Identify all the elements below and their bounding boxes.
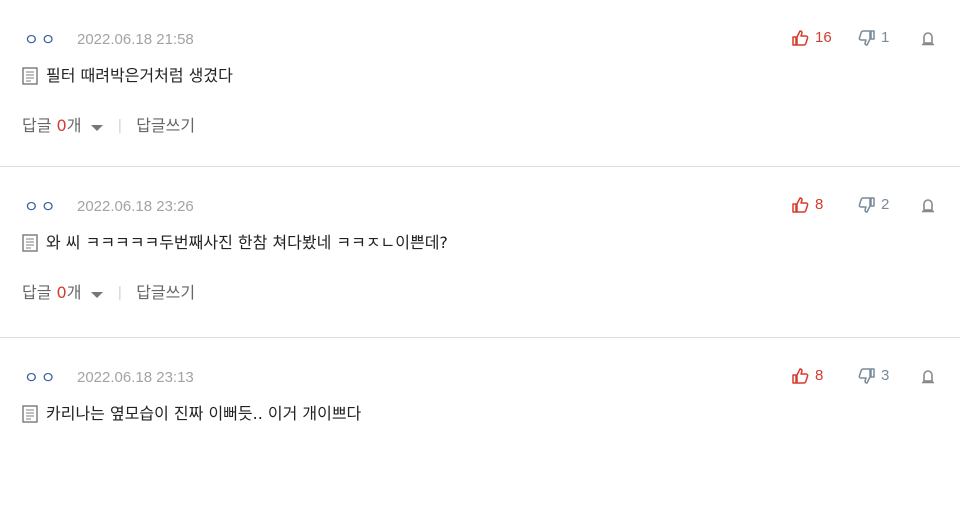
reply-unit: 개 — [66, 283, 82, 302]
upvote-count: 16 — [815, 29, 832, 46]
report-icon[interactable] — [920, 367, 938, 385]
upvote-button[interactable]: 8 — [792, 367, 850, 385]
comment-author[interactable]: ㅇㅇ — [24, 197, 57, 217]
thumbs-down-icon — [858, 368, 875, 384]
chevron-down-icon — [91, 292, 104, 298]
comment-author[interactable]: ㅇㅇ — [24, 368, 57, 388]
reply-label: 답글 — [22, 116, 52, 135]
vote-group: 8 2 — [792, 195, 938, 215]
comment-author[interactable]: ㅇㅇ — [24, 30, 57, 50]
comment-date: 2022.06.18 23:13 — [77, 369, 194, 386]
comment-actions: 답글 0개 | 답글쓰기 — [22, 283, 195, 303]
comment-actions: 답글 0개 | 답글쓰기 — [22, 116, 195, 136]
thumbs-up-icon — [792, 197, 809, 213]
reply-label: 답글 — [22, 283, 52, 302]
upvote-count: 8 — [815, 196, 824, 213]
document-icon — [22, 67, 38, 85]
comment-body: 카리나는 옆모습이 진짜 이뻐듯.. 이거 개이쁘다 — [22, 404, 361, 424]
thumbs-down-icon — [858, 30, 875, 46]
upvote-count: 8 — [815, 367, 824, 384]
comment-item: ㅇㅇ 2022.06.18 21:58 16 1 필터 때려박은거처럼 생겼다 … — [0, 0, 960, 166]
vote-group: 8 3 — [792, 366, 938, 386]
comment-date: 2022.06.18 21:58 — [77, 31, 194, 48]
downvote-button[interactable]: 2 — [858, 196, 912, 214]
comment-body: 필터 때려박은거처럼 생겼다 — [22, 66, 233, 86]
comment-list: ㅇㅇ 2022.06.18 21:58 16 1 필터 때려박은거처럼 생겼다 … — [0, 0, 960, 508]
reply-count: 0 — [56, 283, 67, 302]
downvote-count: 1 — [881, 29, 890, 46]
comment-text: 카리나는 옆모습이 진짜 이뻐듯.. 이거 개이쁘다 — [46, 404, 362, 423]
comment-date: 2022.06.18 23:26 — [77, 198, 194, 215]
separator: | — [117, 118, 123, 134]
upvote-button[interactable]: 8 — [792, 196, 850, 214]
thumbs-down-icon — [858, 197, 875, 213]
downvote-button[interactable]: 1 — [858, 29, 912, 47]
comment-text: 와 씨 ㅋㅋㅋㅋㅋ두번째사진 한참 쳐다봤네 ㅋㅋㅈㄴ이쁜데? — [46, 233, 448, 252]
reply-count: 0 — [56, 116, 67, 135]
write-reply-link[interactable]: 답글쓰기 — [136, 116, 195, 136]
thumbs-up-icon — [792, 368, 809, 384]
separator: | — [117, 285, 123, 301]
reply-toggle[interactable]: 답글 0개 — [22, 116, 104, 136]
document-icon — [22, 405, 38, 423]
upvote-button[interactable]: 16 — [792, 29, 850, 47]
reply-unit: 개 — [66, 116, 82, 135]
comment-body: 와 씨 ㅋㅋㅋㅋㅋ두번째사진 한참 쳐다봤네 ㅋㅋㅈㄴ이쁜데? — [22, 233, 448, 253]
downvote-count: 3 — [881, 367, 890, 384]
downvote-count: 2 — [881, 196, 890, 213]
document-icon — [22, 234, 38, 252]
comment-text: 필터 때려박은거처럼 생겼다 — [46, 66, 233, 85]
report-icon[interactable] — [920, 196, 938, 214]
vote-group: 16 1 — [792, 28, 938, 48]
reply-toggle[interactable]: 답글 0개 — [22, 283, 104, 303]
chevron-down-icon — [91, 125, 104, 131]
write-reply-link[interactable]: 답글쓰기 — [136, 283, 195, 303]
thumbs-up-icon — [792, 30, 809, 46]
comment-item: ㅇㅇ 2022.06.18 23:26 8 2 와 씨 ㅋㅋㅋㅋㅋ두번째사진 한… — [0, 167, 960, 337]
comment-item: ㅇㅇ 2022.06.18 23:13 8 3 카리나는 옆모습이 진짜 이뻐듯… — [0, 338, 960, 508]
report-icon[interactable] — [920, 29, 938, 47]
downvote-button[interactable]: 3 — [858, 367, 912, 385]
